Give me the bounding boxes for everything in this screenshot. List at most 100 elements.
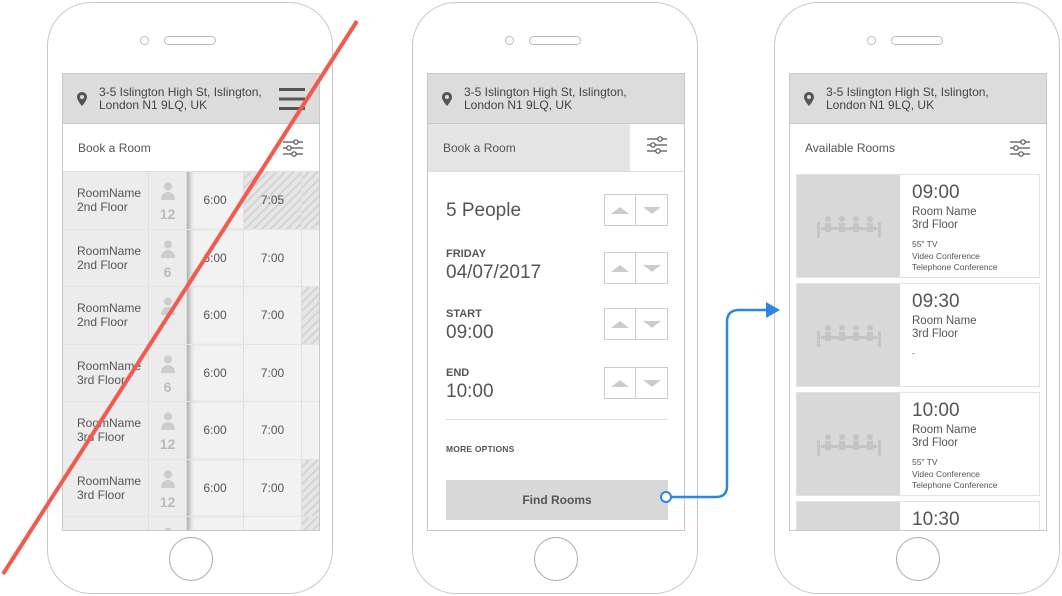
tab-filter[interactable] [630,124,684,171]
card-time: 10:30 [912,509,960,530]
room-card[interactable]: 10:00 Room Name 3rd Floor 55" TV Video Con… [796,392,1040,496]
date-row: FRIDAY 04/07/2017 [446,248,668,284]
room-card-list: 09:00 Room Name 3rd Floor 55" TV Video Con… [790,172,1046,530]
capacity-value: 12 [159,493,176,510]
location-pin-icon [77,91,91,106]
room-image [797,502,900,530]
capacity-cell [148,287,186,344]
grid-row[interactable]: RoomName 2nd Floor 12 6:00 7:05 [63,172,319,230]
time-slot-partial[interactable] [301,344,319,401]
people-row: 5 People [446,194,668,226]
card-room: Room Name 3rd Floor [912,315,977,340]
time-slot-partial[interactable] [301,459,319,516]
chevron-up-icon[interactable] [604,252,636,284]
start-row: START 09:00 [446,308,668,344]
room-name-cell: RoomName 2nd Floor [77,243,142,272]
home-button[interactable] [534,537,578,581]
screen-search: 3-5 Islington High St, Islington, London… [427,73,685,531]
card-features: - [912,348,915,358]
time-slot[interactable]: 6:00 [186,402,243,459]
time-slot[interactable]: 7:00 [243,229,301,286]
camera [505,36,514,45]
address-line-1: 3-5 Islington High St, Islington, [826,84,989,99]
capacity-cell: 12 [148,172,186,229]
capacity-cell: 12 [148,459,186,516]
phone-mockup-results: 3-5 Islington High St, Islington, London… [774,2,1060,594]
room-card[interactable]: 09:30 Room Name 3rd Floor - [796,283,1040,387]
phone-mockup-search: 3-5 Islington High St, Islington, London… [412,2,698,594]
screen-book-grid: 3-5 Islington High St, Islington, London… [62,73,320,531]
address-bar: 3-5 Islington High St, Islington, London… [790,74,1046,124]
card-room: Room Name 3rd Floor [912,424,977,449]
home-button[interactable] [896,537,940,581]
grid-row[interactable]: RoomName 2nd Floor 6:00 7:00 [63,287,319,345]
grid-row[interactable]: RoomName 3rd Floor 6 6:00 7:00 [63,344,319,402]
address-line-2: London N1 9LQ, UK [99,97,208,112]
time-slot[interactable]: 7:00 [243,287,301,344]
meeting-table-icon [797,284,900,386]
capacity-cell: 6 [148,229,186,286]
time-slot[interactable]: 7:05 [243,172,301,229]
card-room: Room Name 3rd Floor [912,206,977,231]
tab-book-room[interactable]: Book a Room [428,124,630,171]
time-slot[interactable]: 6:00 [186,172,243,229]
time-slot-partial[interactable] [301,287,319,344]
camera [140,36,149,45]
room-card[interactable]: 09:00 Room Name 3rd Floor 55" TV Video Con… [796,174,1040,278]
location-pin-icon [442,91,456,106]
grid-row[interactable]: RoomName 2nd Floor 6 6:00 7:00 [63,229,319,287]
divider [446,419,668,420]
book-room-tabs: Book a Room [428,124,684,172]
time-slot-partial[interactable] [301,172,319,229]
chevron-down-icon[interactable] [636,308,668,340]
time-slot[interactable]: 6:00 [186,344,243,401]
time-slot[interactable]: 6:00 [186,287,243,344]
time-slot-partial[interactable] [301,402,319,459]
home-button[interactable] [169,537,213,581]
time-slot[interactable]: 7:00 [243,459,301,516]
start-stepper [604,308,668,340]
card-time: 09:00 [912,182,960,203]
grid-row-partial [63,517,319,530]
camera [867,36,876,45]
capacity-cell: 12 [148,402,186,459]
phone-mockup-book-grid: 3-5 Islington High St, Islington, London… [47,2,333,594]
card-time: 10:00 [912,400,960,421]
grid-row[interactable]: RoomName 3rd Floor 12 6:00 7:00 [63,402,319,460]
page-title: Book a Room [78,140,151,155]
card-features: 55" TV Video Conference Telephone Conferen… [912,239,998,272]
room-grid: RoomName 2nd Floor 12 6:00 7:05 RoomName 2… [63,172,319,530]
capacity-value: 12 [159,206,176,222]
chevron-up-icon[interactable] [604,367,636,399]
chevron-down-icon[interactable] [636,252,668,284]
time-slot[interactable]: 6:00 [186,459,243,516]
hamburger-menu-icon[interactable] [279,87,305,114]
time-slot[interactable]: 7:00 [243,344,301,401]
speaker [891,36,943,45]
chevron-down-icon[interactable] [636,194,668,226]
end-row: END 10:00 [446,367,668,403]
time-slot[interactable]: 7:00 [243,402,301,459]
person-icon [160,240,175,263]
chevron-down-icon[interactable] [636,367,668,399]
room-name-cell: RoomName 2nd Floor [77,301,142,329]
more-options-link[interactable]: MORE OPTIONS [446,444,515,454]
grid-row[interactable]: RoomName 3rd Floor 12 6:00 7:00 [63,459,319,517]
room-name-cell: RoomName 2nd Floor [77,186,142,214]
address-line-2: London N1 9LQ, UK [826,97,935,112]
time-slot-partial[interactable] [301,229,319,286]
people-stepper [604,194,668,226]
chevron-up-icon[interactable] [604,308,636,340]
find-rooms-button[interactable]: Find Rooms [446,480,668,520]
chevron-up-icon[interactable] [604,194,636,226]
filter-sliders-icon[interactable] [1010,139,1030,157]
meeting-table-icon [797,393,900,495]
address-bar: 3-5 Islington High St, Islington, London… [428,74,684,124]
address-line-1: 3-5 Islington High St, Islington, [464,84,627,99]
filter-sliders-icon[interactable] [283,138,303,157]
room-card[interactable]: 10:30 [796,501,1040,530]
person-icon [160,182,175,205]
meeting-table-icon [797,175,900,277]
room-name-cell: RoomName 3rd Floor [77,416,142,444]
time-slot[interactable]: 6:00 [186,229,243,286]
